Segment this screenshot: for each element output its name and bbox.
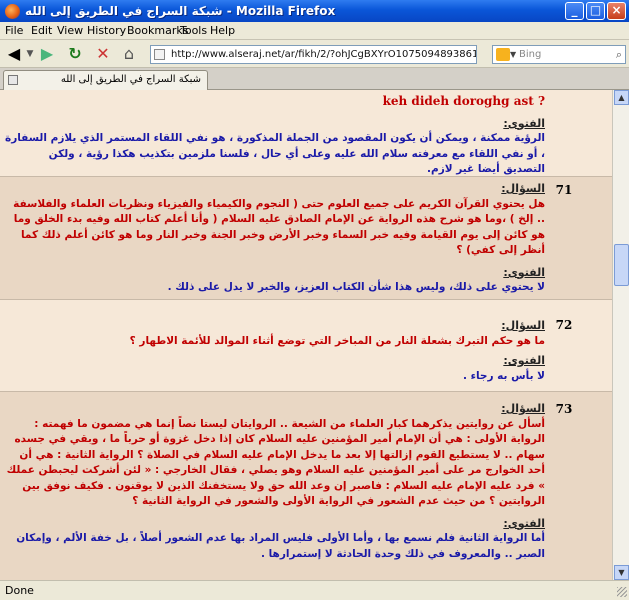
search-placeholder: Bing bbox=[519, 49, 542, 60]
home-icon[interactable]: ⌂ bbox=[118, 43, 140, 65]
answer-label: الفتوى: bbox=[503, 265, 545, 279]
menu-bar: File Edit View History Bookmarks Tools H… bbox=[0, 22, 629, 40]
minimize-button[interactable]: _ bbox=[565, 2, 584, 20]
answer-label: الفتوى: bbox=[503, 516, 545, 530]
answer-text: أما الرواية الثانية فلم نسمع بها ، وأما … bbox=[16, 532, 545, 560]
question-label: السؤال: bbox=[501, 319, 545, 332]
question-label: السؤال: bbox=[501, 182, 545, 195]
status-text: Done bbox=[5, 584, 34, 597]
navigation-toolbar: ◀ ▼ ▶ ↻ ✕ ⌂ http://www.alseraj.net/ar/fi… bbox=[0, 40, 629, 68]
entry-row: keh dideh doroghg ast ? الفتوى: الرؤية م… bbox=[0, 90, 612, 177]
maximize-button[interactable]: □ bbox=[586, 2, 605, 20]
tab-active[interactable]: شبكة السراج في الطريق إلى الله bbox=[3, 70, 208, 90]
tab-favicon-icon bbox=[8, 75, 18, 85]
url-bar[interactable]: http://www.alseraj.net/ar/fikh/2/?ohJCgB… bbox=[150, 45, 477, 64]
back-arrow-icon[interactable]: ◀ bbox=[3, 43, 25, 65]
url-text: http://www.alseraj.net/ar/fikh/2/?ohJCgB… bbox=[171, 49, 476, 60]
title-bar[interactable]: شبكة السراج في الطريق إلى الله - Mozilla… bbox=[0, 0, 629, 22]
entry-row: 73 السؤال: أسأل عن روايتين يذكرهما كبار … bbox=[0, 392, 612, 580]
question-text: أسأل عن روايتين يذكرهما كبار العلماء من … bbox=[6, 417, 545, 508]
menu-file[interactable]: File bbox=[5, 24, 23, 37]
entry-number: 73 bbox=[555, 402, 573, 416]
menu-tools[interactable]: Tools bbox=[180, 24, 207, 37]
question-text: ما هو حكم التبرك بشعلة النار من المباخر … bbox=[129, 334, 545, 347]
menu-edit[interactable]: Edit bbox=[31, 24, 52, 37]
question-label: السؤال: bbox=[501, 402, 545, 415]
menu-view[interactable]: View bbox=[57, 24, 83, 37]
resize-grip-icon[interactable] bbox=[617, 587, 627, 597]
site-favicon-icon bbox=[154, 49, 165, 60]
scroll-thumb[interactable] bbox=[614, 244, 629, 286]
tab-title: شبكة السراج في الطريق إلى الله bbox=[60, 74, 201, 85]
entry-number: 71 bbox=[555, 183, 573, 197]
reload-icon[interactable]: ↻ bbox=[64, 43, 86, 65]
page-content: keh dideh doroghg ast ? الفتوى: الرؤية م… bbox=[0, 90, 612, 580]
menu-history[interactable]: History bbox=[87, 24, 126, 37]
browser-window: شبكة السراج في الطريق إلى الله - Mozilla… bbox=[0, 0, 629, 600]
tab-strip: شبكة السراج في الطريق إلى الله bbox=[0, 68, 629, 90]
vertical-scrollbar[interactable]: ▲ ▼ bbox=[612, 90, 629, 580]
entry-row: 71 السؤال: هل يحتوي القرآن الكريم على جم… bbox=[0, 177, 612, 300]
firefox-logo-icon bbox=[5, 4, 20, 19]
window-title: شبكة السراج في الطريق إلى الله - Mozilla… bbox=[25, 4, 336, 18]
engine-dropdown-icon[interactable]: ▼ bbox=[510, 46, 516, 63]
stop-icon[interactable]: ✕ bbox=[92, 43, 114, 65]
entry-number: 72 bbox=[555, 318, 573, 332]
scroll-up-icon[interactable]: ▲ bbox=[614, 90, 629, 105]
status-bar: Done bbox=[0, 580, 629, 600]
search-magnifier-icon[interactable]: ⌕ bbox=[616, 46, 622, 63]
answer-text: الرؤية ممكنة ، ويمكن أن يكون المقصود من … bbox=[5, 132, 545, 175]
bing-logo-icon bbox=[496, 48, 510, 61]
entry-row: 72 السؤال: ما هو حكم التبرك بشعلة النار … bbox=[0, 300, 612, 392]
question-text: هل يحتوي القرآن الكريم على جميع العلوم ح… bbox=[13, 197, 545, 257]
forward-arrow-icon[interactable]: ▶ bbox=[36, 43, 58, 65]
question-text-transliteration: keh dideh doroghg ast ? bbox=[382, 94, 545, 108]
answer-label: الفتوى: bbox=[503, 354, 545, 367]
menu-help[interactable]: Help bbox=[210, 24, 235, 37]
history-dropdown-icon[interactable]: ▼ bbox=[25, 43, 35, 65]
answer-text: لا يحتوي على ذلك، وليس هذا شأن الكتاب ال… bbox=[167, 281, 545, 293]
scroll-down-icon[interactable]: ▼ bbox=[614, 565, 629, 580]
answer-label: الفتوى: bbox=[503, 116, 545, 130]
search-box[interactable]: ▼ Bing ⌕ bbox=[492, 45, 626, 64]
close-button[interactable]: × bbox=[607, 2, 626, 20]
answer-text: لا بأس به رجاء . bbox=[462, 369, 545, 382]
